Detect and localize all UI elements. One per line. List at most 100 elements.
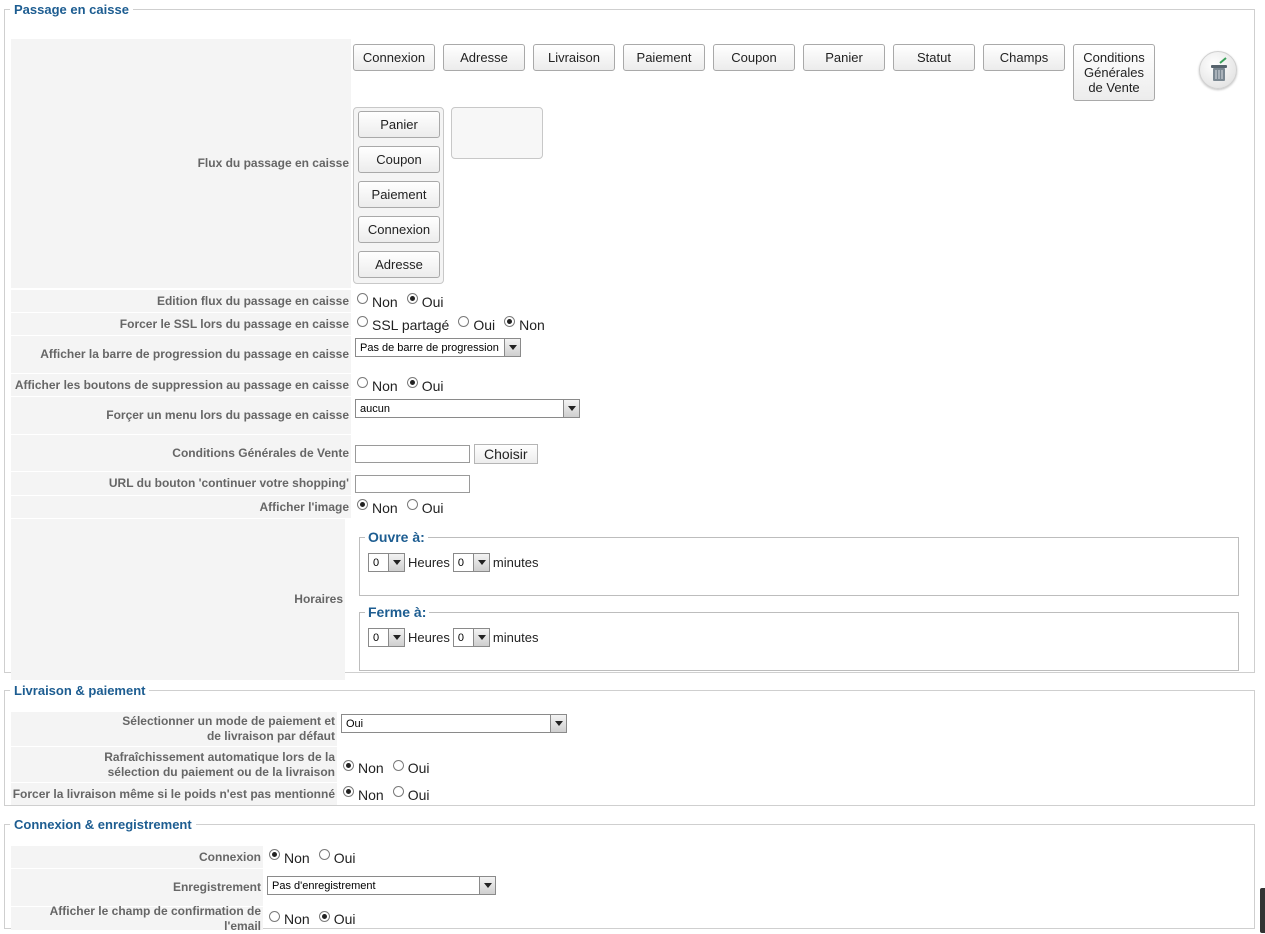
terms-input[interactable] bbox=[355, 444, 470, 463]
chevron-down-icon[interactable] bbox=[472, 629, 489, 646]
opens-title: Ouvre à: bbox=[368, 529, 425, 545]
flow-step-list: Panier Coupon Paiement Connexion Adresse bbox=[353, 107, 444, 284]
step-panier-button[interactable]: Panier bbox=[803, 44, 885, 71]
email-confirm-row: Afficher le champ de confirmation de l'e… bbox=[11, 904, 1254, 933]
auto-refresh-oui-option[interactable]: Oui bbox=[392, 759, 429, 776]
force-shipping-oui-option[interactable]: Oui bbox=[392, 786, 429, 803]
ssl-oui-option[interactable]: Oui bbox=[458, 316, 495, 333]
chevron-down-icon[interactable] bbox=[472, 554, 489, 571]
edit-flow-row: Edition flux du passage en caisse Non Ou… bbox=[11, 290, 1254, 313]
show-image-oui-option[interactable]: Oui bbox=[406, 499, 443, 516]
trash-icon[interactable] bbox=[1199, 51, 1237, 89]
login-non-option[interactable]: Non bbox=[269, 849, 310, 866]
checkout-panel: Passage en caisse Flux du passage en cai… bbox=[4, 2, 1255, 680]
hours-label: Horaires bbox=[11, 519, 345, 680]
email-confirm-non-option[interactable]: Non bbox=[269, 910, 310, 927]
ssl-non-radio[interactable] bbox=[504, 316, 516, 327]
chevron-down-icon[interactable] bbox=[563, 400, 579, 417]
login-row: Connexion Non Oui bbox=[11, 846, 1254, 869]
login-panel-title: Connexion & enregistrement bbox=[14, 817, 192, 832]
step-livraison-button[interactable]: Livraison bbox=[533, 44, 615, 71]
ssl-shared-option[interactable]: SSL partagé bbox=[357, 316, 449, 333]
flow-item-adresse[interactable]: Adresse bbox=[358, 251, 440, 278]
force-shipping-non-option[interactable]: Non bbox=[343, 786, 384, 803]
edit-flow-non-option[interactable]: Non bbox=[357, 293, 398, 310]
opens-minutes-select[interactable]: 0 bbox=[452, 553, 490, 572]
hours-row: Horaires Ouvre à: 0 Heures 0 minutes Fer… bbox=[11, 519, 1254, 681]
delete-buttons-non-radio[interactable] bbox=[357, 377, 368, 388]
default-mode-select[interactable]: Oui bbox=[341, 714, 567, 733]
flow-drop-zone[interactable] bbox=[451, 107, 543, 159]
auto-refresh-oui-radio[interactable] bbox=[392, 759, 404, 771]
delete-buttons-row: Afficher les boutons de suppression au p… bbox=[11, 374, 1254, 397]
chevron-down-icon[interactable] bbox=[388, 554, 404, 571]
flow-item-coupon[interactable]: Coupon bbox=[358, 146, 440, 173]
default-mode-row: Sélectionner un mode de paiement et de l… bbox=[11, 712, 1254, 747]
ssl-non-option[interactable]: Non bbox=[504, 316, 545, 333]
force-ssl-row: Forcer le SSL lors du passage en caisse … bbox=[11, 313, 1254, 336]
step-paiement-button[interactable]: Paiement bbox=[623, 44, 705, 71]
chevron-down-icon[interactable] bbox=[504, 339, 520, 356]
force-shipping-non-radio[interactable] bbox=[343, 786, 354, 797]
registration-select[interactable]: Pas d'enregistrement bbox=[267, 876, 496, 895]
closes-minutes-select[interactable]: 0 bbox=[452, 628, 490, 647]
show-image-non-radio[interactable] bbox=[357, 499, 368, 510]
step-cgv-button[interactable]: Conditions Générales de Vente bbox=[1073, 44, 1155, 101]
auto-refresh-non-radio[interactable] bbox=[343, 759, 354, 771]
show-image-oui-radio[interactable] bbox=[406, 499, 418, 510]
delete-buttons-oui-option[interactable]: Oui bbox=[406, 377, 443, 394]
flow-item-panier[interactable]: Panier bbox=[358, 111, 440, 138]
show-image-non-option[interactable]: Non bbox=[357, 499, 398, 516]
edit-flow-oui-option[interactable]: Oui bbox=[406, 293, 443, 310]
ssl-shared-radio[interactable] bbox=[357, 316, 368, 327]
closes-fieldset: Ferme à: 0 Heures 0 minutes bbox=[359, 604, 1239, 671]
step-adresse-button[interactable]: Adresse bbox=[443, 44, 525, 71]
chevron-down-icon[interactable] bbox=[479, 877, 495, 894]
step-connexion-button[interactable]: Connexion bbox=[353, 44, 435, 71]
show-image-row: Afficher l'image Non Oui bbox=[11, 496, 1254, 519]
closes-title: Ferme à: bbox=[368, 604, 427, 620]
flow-item-connexion[interactable]: Connexion bbox=[358, 216, 440, 243]
scrollbar-handle[interactable] bbox=[1260, 888, 1265, 933]
continue-url-input[interactable] bbox=[355, 475, 470, 493]
progress-bar-label: Afficher la barre de progression du pass… bbox=[11, 336, 351, 373]
opens-fieldset: Ouvre à: 0 Heures 0 minutes bbox=[359, 529, 1239, 596]
opens-hours-select[interactable]: 0 bbox=[368, 553, 405, 572]
chevron-down-icon[interactable] bbox=[550, 715, 566, 732]
checkout-panel-title: Passage en caisse bbox=[14, 2, 129, 17]
edit-flow-label: Edition flux du passage en caisse bbox=[11, 290, 351, 312]
force-ssl-label: Forcer le SSL lors du passage en caisse bbox=[11, 313, 351, 335]
login-oui-option[interactable]: Oui bbox=[318, 849, 355, 866]
opens-hours-unit: Heures bbox=[408, 555, 450, 570]
registration-row: Enregistrement Pas d'enregistrement bbox=[11, 869, 1254, 907]
email-confirm-oui-radio[interactable] bbox=[318, 910, 330, 922]
choose-button[interactable]: Choisir bbox=[474, 443, 538, 464]
force-shipping-row: Forcer la livraison même si le poids n'e… bbox=[11, 783, 1254, 806]
chevron-down-icon[interactable] bbox=[388, 629, 404, 646]
edit-flow-non-radio[interactable] bbox=[357, 293, 368, 304]
email-confirm-non-radio[interactable] bbox=[269, 910, 280, 922]
login-label: Connexion bbox=[11, 846, 263, 868]
closes-minutes-unit: minutes bbox=[492, 630, 539, 645]
registration-label: Enregistrement bbox=[11, 869, 263, 906]
step-coupon-button[interactable]: Coupon bbox=[713, 44, 795, 71]
step-statut-button[interactable]: Statut bbox=[893, 44, 975, 71]
closes-hours-select[interactable]: 0 bbox=[368, 628, 405, 647]
login-non-radio[interactable] bbox=[269, 849, 280, 860]
delete-buttons-oui-radio[interactable] bbox=[406, 377, 418, 388]
login-panel: Connexion & enregistrement Connexion Non… bbox=[4, 817, 1255, 933]
flow-item-paiement[interactable]: Paiement bbox=[358, 181, 440, 208]
shipping-panel: Livraison & paiement Sélectionner un mod… bbox=[4, 683, 1255, 806]
step-champs-button[interactable]: Champs bbox=[983, 44, 1065, 71]
ssl-oui-radio[interactable] bbox=[458, 316, 470, 327]
edit-flow-oui-radio[interactable] bbox=[406, 293, 418, 304]
force-shipping-oui-radio[interactable] bbox=[392, 786, 404, 797]
email-confirm-oui-option[interactable]: Oui bbox=[318, 910, 355, 927]
login-oui-radio[interactable] bbox=[318, 849, 330, 860]
delete-buttons-label: Afficher les boutons de suppression au p… bbox=[11, 374, 351, 396]
delete-buttons-non-option[interactable]: Non bbox=[357, 377, 398, 394]
force-menu-select[interactable]: aucun bbox=[355, 399, 580, 418]
progress-bar-select[interactable]: Pas de barre de progression bbox=[355, 338, 521, 357]
shipping-panel-title: Livraison & paiement bbox=[14, 683, 146, 698]
auto-refresh-non-option[interactable]: Non bbox=[343, 759, 384, 776]
